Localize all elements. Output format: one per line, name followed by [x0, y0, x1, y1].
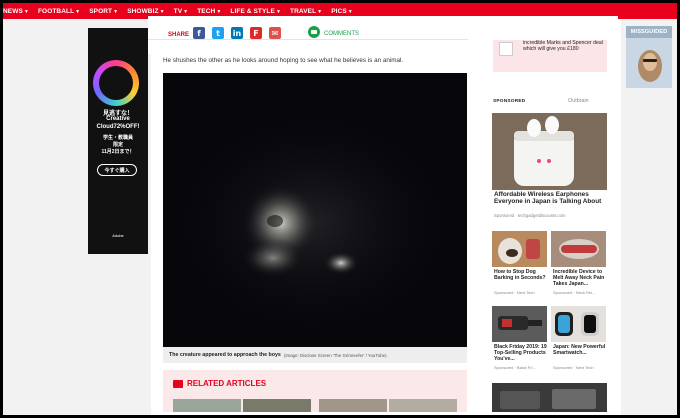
sponsored-item-image[interactable]	[492, 231, 547, 267]
flipboard-icon[interactable]: F	[250, 27, 262, 39]
missguided-ad[interactable]: MISSGUIDED	[626, 26, 672, 88]
sponsored-item-title[interactable]: Black Friday 2019: 19 Top-Selling Produc…	[494, 344, 549, 363]
photo-caption: The creature appeared to approach the bo…	[163, 347, 467, 363]
sponsored-item-source: Sponsored · Neck Rel...	[553, 290, 596, 295]
article-paragraph: He shushes the other as he looks around …	[163, 57, 404, 64]
nav-item-tv[interactable]: TV▼	[174, 8, 189, 15]
adobe-ad[interactable]: 見逃すな！ Creative Cloud72%OFF! 学生・教職員 限定 11…	[88, 28, 148, 254]
related-thumb[interactable]	[319, 399, 387, 412]
related-articles-icon	[173, 380, 183, 388]
nav-item-showbiz[interactable]: SHOWBIZ▼	[127, 8, 164, 15]
sponsored-item-source: Sponsored · Next Tech	[553, 365, 594, 370]
sponsored-item-image[interactable]	[492, 306, 547, 342]
sponsored-item-image[interactable]	[551, 306, 606, 342]
related-thumb[interactable]	[173, 399, 241, 412]
sponsored-item-title[interactable]: Japan: New Powerful Smartwatch...	[553, 344, 608, 356]
sponsored-item-source: Sponsored · Black Fri...	[494, 365, 536, 370]
article-photo	[163, 73, 467, 347]
sponsored-item-title[interactable]: Incredible Device to Melt Away Neck Pain…	[553, 269, 608, 288]
email-icon[interactable]: ✉	[269, 27, 281, 39]
sponsored-main-title[interactable]: Affordable Wireless Earphones Everyone i…	[494, 191, 606, 205]
sidebar-top-ad[interactable]: incredible Marks and Spencer deal which …	[493, 40, 607, 72]
sponsored-item-image[interactable]	[551, 231, 606, 267]
linkedin-icon[interactable]: in	[231, 27, 243, 39]
facebook-icon[interactable]: f	[193, 27, 205, 39]
adobe-logo: Adobe	[112, 233, 124, 238]
sponsored-item-source: Sponsored · Next Tech	[494, 290, 535, 295]
earphones-illustration	[492, 113, 607, 190]
ad-line: 限定	[112, 142, 123, 148]
share-label: SHARE	[168, 32, 190, 38]
ad-line: Creative	[106, 116, 130, 122]
smartwatch-photo	[551, 306, 606, 342]
nav-item-life-style[interactable]: LIFE & STYLE▼	[230, 8, 281, 15]
ad-line: 学生・教職員	[102, 135, 133, 141]
comments-icon[interactable]	[308, 26, 320, 38]
sponsored-label: SPONSORED	[493, 99, 526, 104]
ad-line: Cloud72%OFF!	[96, 124, 140, 130]
nav-item-football[interactable]: FOOTBALL▼	[38, 8, 80, 15]
ad-buy-button[interactable]: 今すぐ購入	[97, 164, 137, 176]
related-thumb[interactable]	[243, 399, 311, 412]
nav-item-sport[interactable]: SPORT▼	[89, 8, 118, 15]
ad-thumbnail	[499, 42, 513, 56]
night-creature-image	[163, 73, 467, 347]
black-friday-photo	[492, 306, 547, 342]
nav-item-pics[interactable]: PICS▼	[331, 8, 353, 15]
ad-line: 11月2日まで！	[101, 149, 135, 155]
sponsored-item-image[interactable]	[492, 383, 607, 412]
related-thumb[interactable]	[389, 399, 457, 412]
creative-cloud-logo	[93, 60, 139, 106]
caption-credit: (Image: Disclose Screen 'The Grimreefer'…	[283, 352, 387, 358]
missguided-model-image	[626, 26, 672, 88]
twitter-icon[interactable]: t	[212, 27, 224, 39]
share-divider	[148, 39, 468, 40]
dog-photo	[492, 231, 547, 267]
nav-item-news[interactable]: NEWS▼	[3, 8, 29, 15]
related-articles: RELATED ARTICLES	[163, 370, 467, 412]
nav-item-travel[interactable]: TRAVEL▼	[290, 8, 322, 15]
nav-item-tech[interactable]: TECH▼	[197, 8, 221, 15]
comments-link[interactable]: COMMENTS	[324, 31, 359, 37]
related-articles-title: RELATED ARTICLES	[187, 379, 267, 388]
earphones-image[interactable]	[492, 113, 607, 190]
product-photo	[492, 383, 607, 412]
sponsored-main-source: Sponsored · techgadgetdiscounts.com	[494, 213, 566, 218]
neck-device-photo	[551, 231, 606, 267]
caption-text: The creature appeared to approach the bo…	[169, 352, 281, 358]
sponsored-item-title[interactable]: How to Stop Dog Barking in Seconds?	[494, 269, 549, 281]
missguided-logo: MISSGUIDED	[630, 29, 668, 35]
outbrain-logo[interactable]: Outbrain	[568, 98, 589, 104]
top-ad-text: incredible Marks and Spencer deal which …	[523, 40, 603, 53]
